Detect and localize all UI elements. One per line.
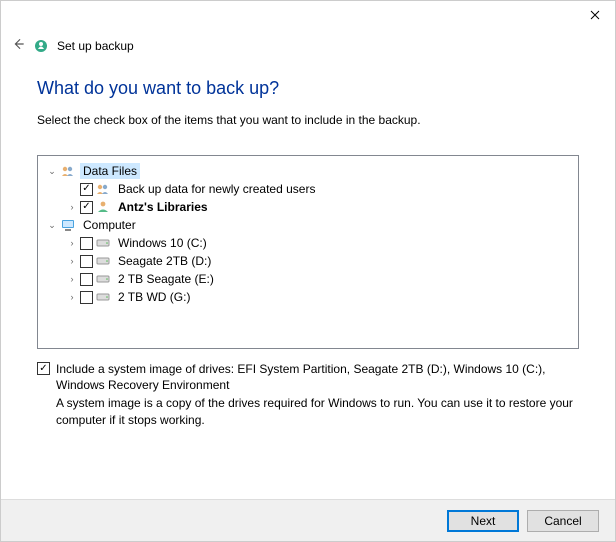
next-button[interactable]: Next — [447, 510, 519, 532]
checkbox-drive-g[interactable] — [80, 291, 93, 304]
chevron-right-icon[interactable]: › — [66, 237, 78, 249]
tree-node-computer[interactable]: ⌄ Computer — [42, 216, 574, 234]
tree-label-drive-g: 2 TB WD (G:) — [115, 289, 193, 305]
drive-icon — [95, 253, 111, 269]
tree-node-drive-c[interactable]: › Windows 10 (C:) — [42, 234, 574, 252]
chevron-right-icon[interactable]: › — [66, 273, 78, 285]
tree-label-drive-e: 2 TB Seagate (E:) — [115, 271, 217, 287]
checkbox-drive-e[interactable] — [80, 273, 93, 286]
checkbox-system-image[interactable] — [37, 362, 50, 375]
user-icon — [95, 199, 111, 215]
system-image-description: A system image is a copy of the drives r… — [56, 395, 575, 427]
close-button[interactable] — [575, 1, 615, 29]
checkbox-drive-d[interactable] — [80, 255, 93, 268]
chevron-right-icon[interactable]: › — [66, 255, 78, 267]
checkbox-new-users[interactable] — [80, 183, 93, 196]
tree-label-user-libraries: Antz's Libraries — [115, 199, 211, 215]
chevron-down-icon[interactable]: ⌄ — [46, 165, 58, 177]
close-icon — [590, 10, 600, 20]
checkbox-drive-c[interactable] — [80, 237, 93, 250]
tree-label-new-users: Back up data for newly created users — [115, 181, 318, 197]
backup-wizard-icon — [33, 38, 49, 54]
checkbox-user-libraries[interactable] — [80, 201, 93, 214]
tree-node-user-libraries[interactable]: › Antz's Libraries — [42, 198, 574, 216]
wizard-title: Set up backup — [57, 39, 134, 53]
tree-label-computer: Computer — [80, 217, 139, 233]
chevron-down-icon[interactable]: ⌄ — [46, 219, 58, 231]
tree-node-new-users[interactable]: › Back up data for newly created users — [42, 180, 574, 198]
back-button[interactable] — [11, 37, 25, 54]
tree-label-drive-c: Windows 10 (C:) — [115, 235, 210, 251]
system-image-label: Include a system image of drives: EFI Sy… — [56, 361, 575, 393]
users-icon — [60, 163, 76, 179]
cancel-button[interactable]: Cancel — [527, 510, 599, 532]
tree-label-drive-d: Seagate 2TB (D:) — [115, 253, 214, 269]
tree-node-drive-g[interactable]: › 2 TB WD (G:) — [42, 288, 574, 306]
computer-icon — [60, 217, 76, 233]
backup-items-tree[interactable]: ⌄ Data Files › Back up data for newly cr… — [37, 155, 579, 349]
back-arrow-icon — [11, 37, 25, 51]
drive-icon — [95, 235, 111, 251]
wizard-header: Set up backup — [1, 33, 615, 58]
chevron-right-icon[interactable]: › — [66, 291, 78, 303]
drive-icon — [95, 271, 111, 287]
tree-node-drive-d[interactable]: › Seagate 2TB (D:) — [42, 252, 574, 270]
page-instruction: Select the check box of the items that y… — [37, 113, 579, 127]
drive-icon — [95, 289, 111, 305]
chevron-right-icon[interactable]: › — [66, 201, 78, 213]
tree-node-data-files[interactable]: ⌄ Data Files — [42, 162, 574, 180]
users-icon — [95, 181, 111, 197]
tree-node-drive-e[interactable]: › 2 TB Seagate (E:) — [42, 270, 574, 288]
dialog-footer: Next Cancel — [1, 499, 615, 541]
tree-label-data-files: Data Files — [80, 163, 140, 179]
page-question: What do you want to back up? — [37, 78, 579, 99]
